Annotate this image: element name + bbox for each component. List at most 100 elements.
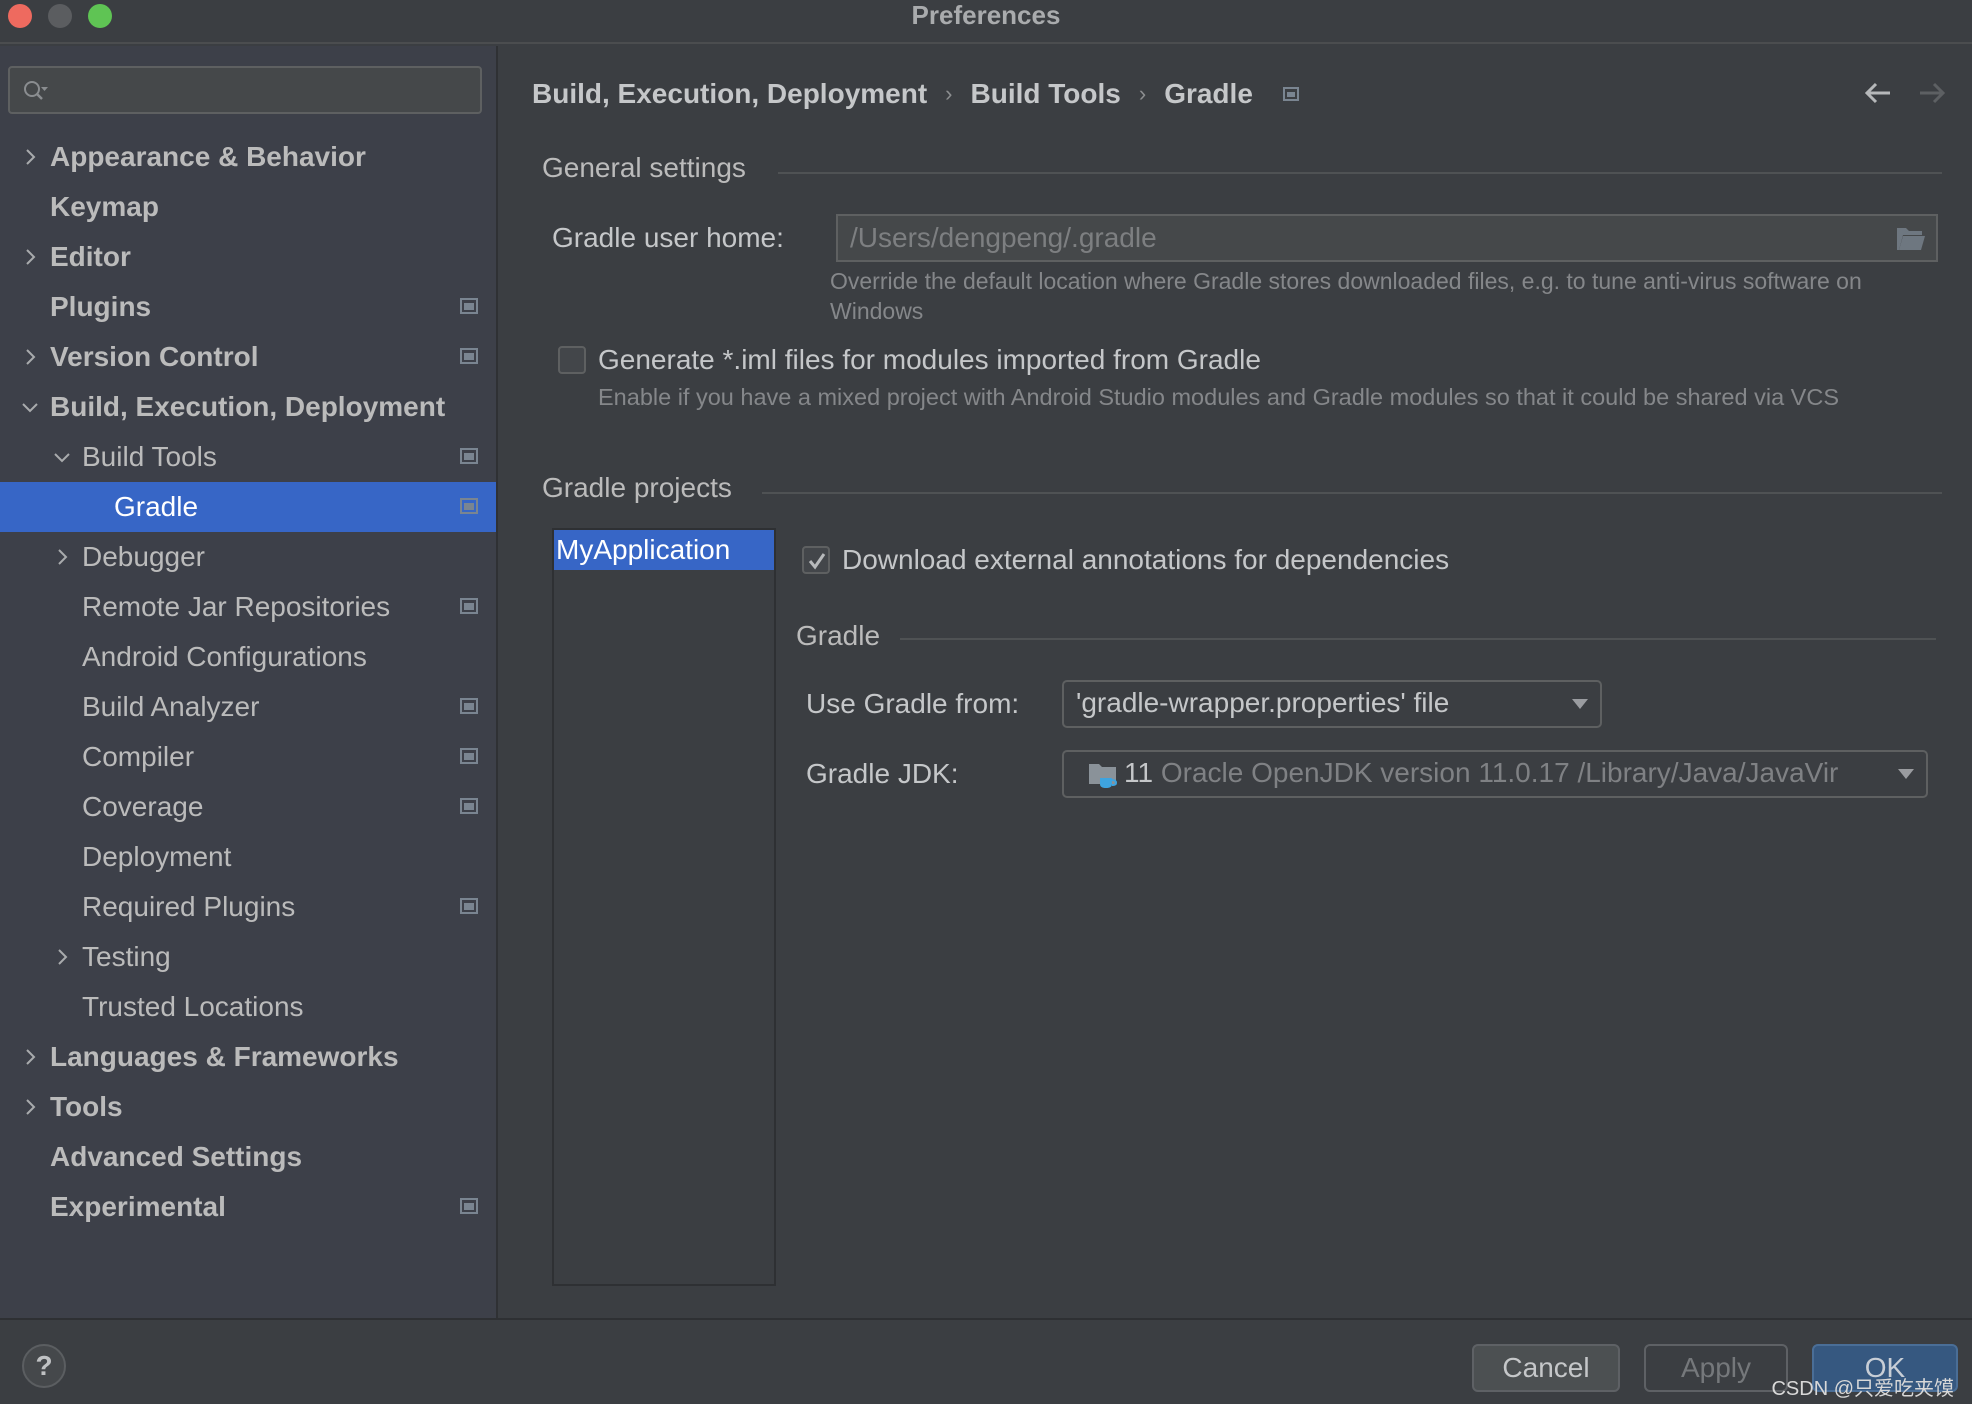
sidebar-item[interactable]: Build Tools <box>0 432 496 482</box>
sidebar-item[interactable]: Keymap <box>0 182 496 232</box>
sidebar-item-label: Deployment <box>82 841 232 872</box>
sidebar-item[interactable]: Experimental <box>0 1182 496 1232</box>
sidebar-item[interactable]: Required Plugins <box>0 882 496 932</box>
generate-iml-checkbox[interactable] <box>558 346 586 374</box>
project-scope-icon <box>460 798 478 814</box>
sidebar-item[interactable]: Editor <box>0 232 496 282</box>
sidebar-item[interactable]: Tools <box>0 1082 496 1132</box>
general-settings-heading: General settings <box>542 152 746 183</box>
chevron-right-icon[interactable] <box>20 247 40 267</box>
use-gradle-from-dropdown[interactable]: 'gradle-wrapper.properties' file <box>1062 680 1602 728</box>
breadcrumb-separator: › <box>945 81 953 106</box>
sidebar-item-label: Keymap <box>50 191 159 222</box>
sidebar-item[interactable]: Gradle <box>0 482 496 532</box>
sidebar-item-label: Coverage <box>82 791 204 822</box>
gradle-projects-list[interactable]: MyApplication <box>552 528 776 1286</box>
section-divider <box>762 492 1942 494</box>
sidebar-item[interactable]: Advanced Settings <box>0 1132 496 1182</box>
project-scope-icon <box>460 498 478 514</box>
gradle-projects-heading: Gradle projects <box>542 472 732 503</box>
settings-search-input[interactable] <box>8 66 482 114</box>
arrow-left-icon[interactable] <box>1862 78 1894 108</box>
project-scope-icon <box>460 748 478 764</box>
sidebar-item-label: Required Plugins <box>82 891 296 922</box>
chevron-right-icon[interactable] <box>20 147 40 167</box>
jdk-description: Oracle OpenJDK version 11.0.17 /Library/… <box>1160 757 1839 788</box>
chevron-down-icon <box>1898 769 1914 779</box>
chevron-right-icon[interactable] <box>20 1097 40 1117</box>
sidebar-item[interactable]: Trusted Locations <box>0 982 496 1032</box>
chevron-right-icon[interactable] <box>52 547 72 567</box>
sidebar-item[interactable]: Remote Jar Repositories <box>0 582 496 632</box>
sidebar-item-label: Build Analyzer <box>82 691 260 722</box>
chevron-right-icon[interactable] <box>52 947 72 967</box>
chevron-down-icon[interactable] <box>52 447 72 467</box>
download-annotations-checkbox[interactable] <box>802 546 830 574</box>
sidebar-item[interactable]: Build Analyzer <box>0 682 496 732</box>
breadcrumb-item[interactable]: Build, Execution, Deployment <box>532 78 927 110</box>
settings-sidebar: Appearance & Behavior Keymap Editor Plugins… <box>0 46 498 1318</box>
settings-tree: Appearance & Behavior Keymap Editor Plugins… <box>0 132 496 1232</box>
project-scope-icon <box>460 448 478 464</box>
gradle-user-home-hint: Override the default location where Grad… <box>830 268 1862 324</box>
jdk-version: 11 <box>1124 757 1154 788</box>
sidebar-item-label: Plugins <box>50 291 152 322</box>
sidebar-item-label: Debugger <box>82 541 205 572</box>
section-divider <box>778 172 1942 174</box>
sidebar-item-label: Compiler <box>82 741 195 772</box>
project-scope-icon <box>1282 87 1299 101</box>
project-scope-icon <box>460 598 478 614</box>
sidebar-item-label: Editor <box>50 241 131 272</box>
gradle-jdk-dropdown[interactable]: 11 Oracle OpenJDK version 11.0.17 /Libra… <box>1062 750 1928 798</box>
search-icon <box>24 81 48 100</box>
breadcrumb-item: Gradle <box>1164 78 1253 109</box>
sidebar-item-label: Tools <box>50 1091 123 1122</box>
project-list-item[interactable]: MyApplication <box>554 530 774 570</box>
gradle-user-home-field[interactable]: /Users/dengpeng/.gradle <box>836 214 1938 262</box>
sidebar-item[interactable]: Plugins <box>0 282 496 332</box>
apply-button[interactable]: Apply <box>1644 1344 1788 1392</box>
arrow-right-icon[interactable] <box>1916 78 1948 108</box>
sidebar-item-label: Testing <box>82 941 171 972</box>
project-scope-icon <box>460 1198 478 1214</box>
sidebar-item-label: Remote Jar Repositories <box>82 591 391 622</box>
sidebar-item[interactable]: Coverage <box>0 782 496 832</box>
sidebar-item[interactable]: Debugger <box>0 532 496 582</box>
sidebar-item[interactable]: Testing <box>0 932 496 982</box>
sidebar-item-label: Appearance & Behavior <box>50 141 366 172</box>
chevron-down-icon <box>1572 699 1588 709</box>
sidebar-item[interactable]: Languages & Frameworks <box>0 1032 496 1082</box>
download-annotations-label[interactable]: Download external annotations for depend… <box>842 544 1449 576</box>
sidebar-item-label: Build Tools <box>82 441 217 472</box>
gradle-settings-panel: Build, Execution, Deployment › Build Too… <box>500 46 1972 1318</box>
help-button[interactable]: ? <box>22 1344 66 1388</box>
sidebar-item[interactable]: Deployment <box>0 832 496 882</box>
breadcrumb-separator: › <box>1138 81 1147 106</box>
project-scope-icon <box>460 348 478 364</box>
cancel-button[interactable]: Cancel <box>1472 1344 1620 1392</box>
sidebar-item[interactable]: Appearance & Behavior <box>0 132 496 182</box>
preferences-window: Preferences Appearance & Behavior Keymap E… <box>0 0 1972 1404</box>
dialog-footer: ? Cancel Apply OK CSDN @只爱吃夹馍 <box>0 1318 1972 1404</box>
breadcrumb-item[interactable]: Build Tools <box>971 78 1121 110</box>
folder-icon[interactable] <box>1896 226 1926 252</box>
generate-iml-label[interactable]: Generate *.iml files for modules importe… <box>598 344 1261 376</box>
sidebar-item-label: Gradle <box>114 491 199 522</box>
generate-iml-hint: Enable if you have a mixed project with … <box>598 384 1839 410</box>
checkmark-icon <box>808 553 826 570</box>
sidebar-item[interactable]: Compiler <box>0 732 496 782</box>
project-scope-icon <box>460 298 478 314</box>
use-gradle-from-label: Use Gradle from: <box>806 688 1020 719</box>
chevron-right-icon[interactable] <box>20 347 40 367</box>
sidebar-item[interactable]: Version Control <box>0 332 496 382</box>
chevron-down-icon[interactable] <box>20 397 40 417</box>
sidebar-item-label: Android Configurations <box>82 641 367 672</box>
sidebar-item[interactable]: Android Configurations <box>0 632 496 682</box>
sidebar-item[interactable]: Build, Execution, Deployment <box>0 382 496 432</box>
jdk-folder-icon <box>1089 764 1118 788</box>
sidebar-item-label: Experimental <box>50 1191 226 1222</box>
gradle-user-home-value: /Users/dengpeng/.gradle <box>850 222 1157 253</box>
sidebar-item-label: Trusted Locations <box>82 991 304 1022</box>
chevron-right-icon[interactable] <box>20 1047 40 1067</box>
breadcrumb: Build, Execution, Deployment › Build Too… <box>532 74 1299 114</box>
